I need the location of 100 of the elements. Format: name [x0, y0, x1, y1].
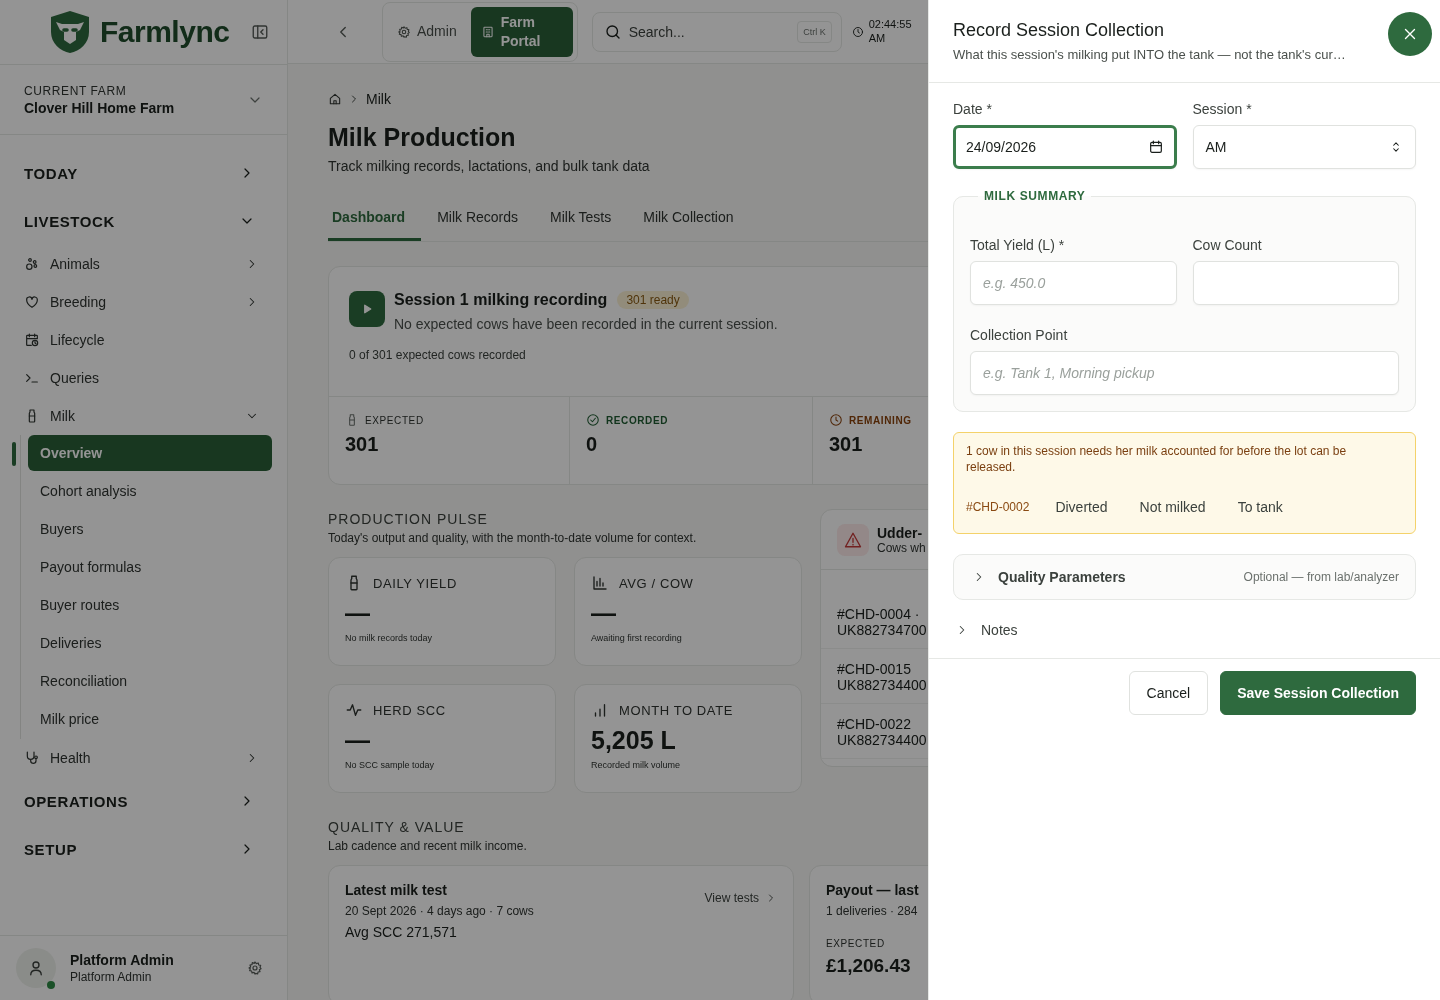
play-button[interactable] [349, 291, 385, 327]
nav-subitem[interactable]: Cohort analysis [28, 473, 272, 509]
tab[interactable]: Milk Tests [546, 198, 628, 241]
clock-icon [829, 413, 843, 427]
page-title: Milk Production [328, 123, 516, 152]
clock-icon [851, 25, 864, 38]
brand-name: Farmlync [100, 15, 230, 49]
nav-item[interactable]: Queries [24, 359, 263, 397]
option-button[interactable]: Not milked [1133, 493, 1212, 522]
nav-subitem[interactable]: Payout formulas [28, 549, 272, 585]
card-title: Latest milk test [345, 882, 448, 898]
option-button[interactable]: To tank [1231, 493, 1289, 522]
payout-amount: £1,206.43 [826, 955, 912, 977]
cow-id: #CHD-0022 [837, 716, 912, 732]
input-field[interactable]: e.g. Tank 1, Morning pickup [970, 351, 1399, 395]
save-button[interactable]: Save Session Collection [1220, 671, 1416, 716]
notes-toggle[interactable]: Notes [953, 622, 1018, 639]
cancel-button[interactable]: Cancel [1128, 671, 1209, 716]
user-avatar[interactable] [16, 948, 56, 988]
stat-label: EXPECTED [365, 414, 424, 426]
nav-subitem[interactable]: Overview [28, 435, 272, 471]
calendar-icon [1147, 139, 1164, 155]
metric-value: — [591, 598, 617, 629]
stat-label: REMAINING [849, 414, 912, 426]
user-role: Platform Admin [70, 970, 153, 984]
modal-backdrop[interactable] [0, 0, 928, 1000]
farm-label: CURRENT FARM [24, 83, 128, 98]
amount-label: EXPECTED [826, 938, 886, 949]
cow-id: #CHD-0015 [837, 661, 912, 677]
farm-name: Clover Hill Home Farm [24, 99, 175, 116]
nav-item[interactable]: Lifecycle [24, 321, 263, 359]
portal-tab[interactable]: Farm Portal [470, 6, 573, 57]
view-tests-link[interactable]: View tests [704, 890, 777, 906]
tab[interactable]: Milk Collection [639, 198, 750, 241]
nav-subitem[interactable]: Milk price [28, 701, 272, 737]
warning-message: 1 cow in this session needs her milk accounted for before the lot can be released. [966, 443, 1348, 476]
calendar-clock-icon [24, 332, 40, 348]
option-button[interactable]: Diverted [1049, 493, 1114, 522]
nav-section[interactable]: OPERATIONS [24, 777, 263, 825]
stethoscope-icon [24, 750, 40, 766]
alert-title: Udder- [877, 524, 924, 541]
metric-label: AVG / COW [619, 575, 694, 591]
metric-label: DAILY YIELD [373, 575, 457, 591]
nav-item[interactable]: Milk [24, 397, 263, 435]
metric-note: Recorded milk volume [591, 760, 682, 771]
session-title: Session 1 milking recording [394, 291, 608, 309]
session-description: No expected cows have been recorded in the current session. [394, 316, 778, 332]
input-field[interactable]: e.g. 450.0 [970, 261, 1177, 305]
section-subtitle: Lab cadence and recent milk income. [328, 839, 527, 853]
field-label: Total Yield (L) * [970, 237, 1066, 253]
input-field[interactable] [1192, 261, 1399, 305]
alert-subtitle: Cows wh [877, 540, 926, 555]
group-legend: MILK SUMMARY [978, 189, 1092, 203]
nav-subitem[interactable]: Buyers [28, 511, 272, 547]
search-icon [603, 22, 622, 41]
gear-icon [397, 24, 411, 39]
card-summary: Avg SCC 271,571 [345, 924, 458, 940]
nav-subitem[interactable]: Deliveries [28, 625, 272, 661]
section-subtitle: Today's output and quality, with the month-to-date volume for context. [328, 531, 697, 545]
metric-note: No SCC sample today [345, 760, 436, 771]
clock-time: 02:44:55 AM [868, 18, 913, 45]
nav-section[interactable]: SETUP [24, 825, 263, 873]
metric-value: 5,205 L [591, 725, 677, 756]
metric-label: HERD SCC [373, 702, 446, 718]
metric-label: MONTH TO DATE [619, 702, 733, 718]
progress-text: 0 of 301 expected cows recorded [348, 347, 527, 364]
farm-switcher[interactable]: CURRENT FARM Clover Hill Home Farm [0, 65, 287, 135]
cow-tag: UK882734400 [837, 677, 928, 693]
page-subtitle: Track milking records, lactations, and bulk tank data [328, 158, 650, 174]
quality-parameters-section[interactable]: Quality Parameters Optional — from lab/analyzer [953, 554, 1416, 601]
tab[interactable]: Milk Records [433, 198, 535, 241]
building-icon [480, 24, 495, 39]
close-button[interactable] [1388, 12, 1432, 56]
nav-section[interactable]: TODAY [24, 149, 263, 197]
card-meta: 20 Sept 2026 · 4 days ago · 7 cows [345, 904, 534, 918]
drawer-subtitle: What this session's milking put INTO the tank — not the tank's cur… [953, 47, 1346, 62]
card-meta: 1 deliveries · 284 [826, 904, 919, 918]
nav-item[interactable]: Health [24, 739, 263, 777]
stat-value: 301 [829, 433, 864, 456]
user-icon [27, 959, 45, 977]
panel-icon [251, 23, 269, 41]
cow-tag: UK882734400 [837, 732, 928, 748]
warning-icon [844, 530, 862, 549]
card-title: Payout — last [826, 882, 920, 898]
user-name: Platform Admin [70, 952, 175, 968]
portal-tab[interactable]: Admin [387, 16, 467, 47]
nav-item[interactable]: Animals [24, 245, 263, 283]
drawer-title: Record Session Collection [953, 20, 1166, 41]
nav-item[interactable]: Breeding [24, 283, 263, 321]
date-field[interactable]: 24/09/2026 [953, 125, 1177, 169]
nav-subitem[interactable]: Buyer routes [28, 587, 272, 623]
cow-id: #CHD-0002 [966, 500, 1030, 515]
section-heading: PRODUCTION PULSE [328, 511, 488, 527]
nav-section[interactable]: LIVESTOCK [24, 197, 263, 245]
session-select[interactable]: AM [1192, 125, 1416, 169]
breadcrumb-item[interactable]: Milk [366, 91, 391, 107]
tab[interactable]: Dashboard [328, 198, 422, 241]
nav-subitem[interactable]: Reconciliation [28, 663, 272, 699]
field-label: Collection Point [970, 327, 1069, 343]
metric-note: Awaiting first recording [591, 633, 683, 644]
